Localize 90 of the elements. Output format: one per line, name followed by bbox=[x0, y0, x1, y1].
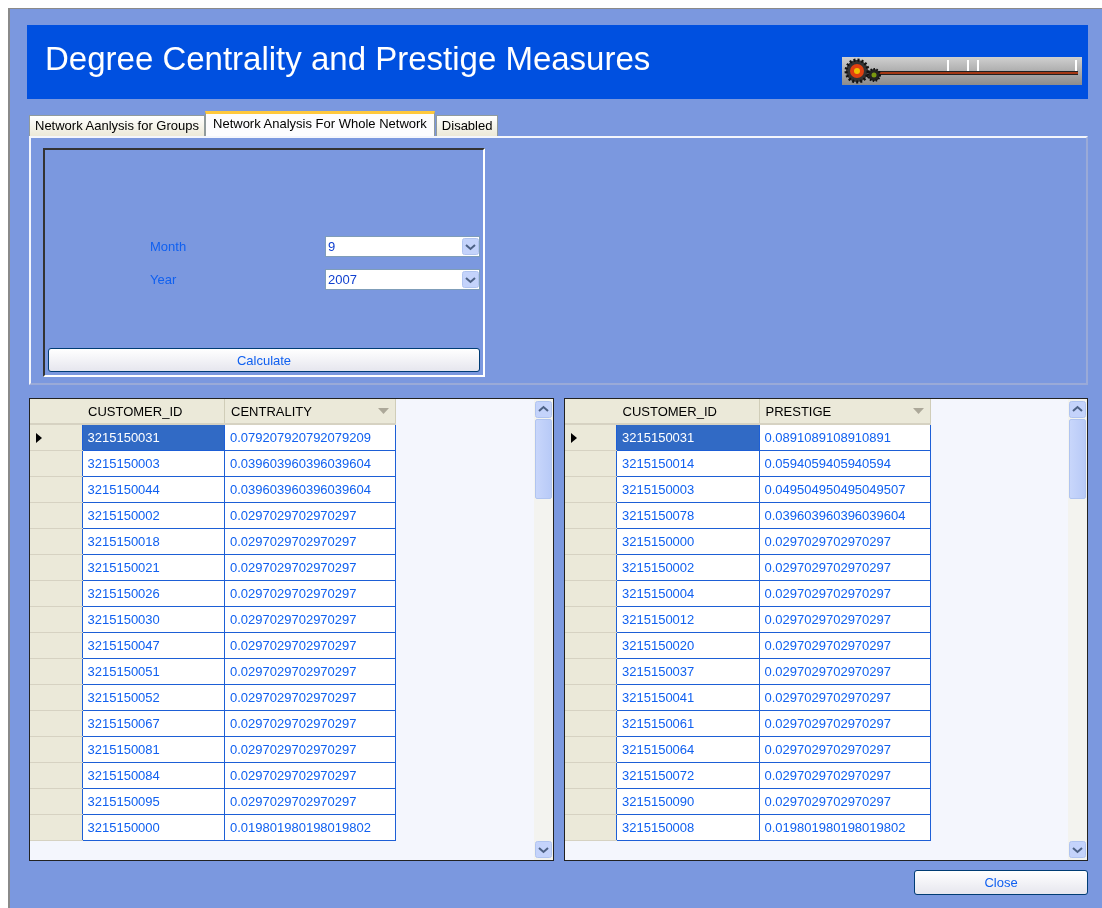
table-cell: 0.049504950495049507 bbox=[759, 476, 930, 503]
table-cell: 3215150031 bbox=[616, 424, 759, 451]
table-cell: 3215150095 bbox=[82, 788, 225, 815]
table-cell: 3215150037 bbox=[616, 658, 759, 685]
table-cell: 0.0297029702970297 bbox=[224, 632, 396, 659]
table-cell: 0.0297029702970297 bbox=[224, 788, 396, 815]
table-cell: 0.0297029702970297 bbox=[759, 528, 930, 555]
table-cell: 0.0297029702970297 bbox=[759, 762, 930, 789]
table-cell: 0.0297029702970297 bbox=[759, 632, 930, 659]
current-row-icon bbox=[570, 432, 577, 443]
table-cell: 3215150051 bbox=[82, 658, 225, 685]
table-cell: 3215150047 bbox=[82, 632, 225, 659]
table-cell: 0.0891089108910891 bbox=[759, 424, 930, 451]
row-header[interactable] bbox=[564, 424, 617, 451]
table-cell: 0.0297029702970297 bbox=[759, 710, 930, 737]
scroll-down-icon[interactable] bbox=[534, 841, 552, 858]
table-cell: 0.0297029702970297 bbox=[224, 554, 396, 581]
table-cell: 0.0297029702970297 bbox=[224, 684, 396, 711]
scroll-up-icon[interactable] bbox=[1069, 401, 1086, 418]
table-cell: 3215150004 bbox=[616, 580, 759, 607]
table-cell: 0.039603960396039604 bbox=[224, 476, 396, 503]
table-cell: 3215150000 bbox=[616, 528, 759, 555]
window-title: Degree Centrality and Prestige Measures bbox=[45, 40, 651, 78]
table-cell: 3215150002 bbox=[82, 502, 225, 529]
scroll-up-icon[interactable] bbox=[534, 401, 552, 418]
table-cell: 0.0297029702970297 bbox=[224, 606, 396, 633]
sort-arrow-icon bbox=[912, 408, 924, 414]
table-cell: 0.039603960396039604 bbox=[224, 450, 396, 477]
table-cell: 0.0594059405940594 bbox=[759, 450, 930, 477]
table-cell: 3215150003 bbox=[82, 450, 225, 477]
scroll-thumb[interactable] bbox=[534, 419, 552, 499]
table-cell: 3215150020 bbox=[616, 632, 759, 659]
table-cell: 0.0297029702970297 bbox=[224, 580, 396, 607]
table-cell: 3215150014 bbox=[616, 450, 759, 477]
table-cell: 3215150078 bbox=[616, 502, 759, 529]
calculate-button[interactable]: Calculate bbox=[48, 348, 480, 372]
current-row-icon bbox=[36, 432, 42, 443]
tab[interactable]: Disabled bbox=[435, 115, 499, 136]
table-cell: 3215150090 bbox=[616, 788, 759, 815]
table-cell: 3215150064 bbox=[616, 736, 759, 763]
table-cell: 3215150002 bbox=[616, 554, 759, 581]
table-cell: 0.0297029702970297 bbox=[224, 658, 396, 685]
table-cell: 0.0297029702970297 bbox=[759, 684, 930, 711]
column-header[interactable]: CUSTOMER_ID bbox=[82, 399, 225, 424]
table-cell: 3215150084 bbox=[82, 762, 225, 789]
table-cell: 3215150030 bbox=[82, 606, 225, 633]
table-cell: 0.0297029702970297 bbox=[224, 736, 396, 763]
table-cell: 3215150072 bbox=[616, 762, 759, 789]
scrollbar[interactable] bbox=[533, 399, 553, 860]
scroll-down-icon[interactable] bbox=[1069, 841, 1086, 858]
table-cell: 0.0297029702970297 bbox=[224, 710, 396, 737]
table-cell: 0.0297029702970297 bbox=[759, 580, 930, 607]
sort-arrow-icon bbox=[378, 408, 389, 414]
field-label: Year bbox=[150, 272, 178, 287]
table-cell: 0.0297029702970297 bbox=[224, 762, 396, 789]
column-header[interactable]: CUSTOMER_ID bbox=[616, 399, 759, 424]
table-cell: 3215150018 bbox=[82, 528, 225, 555]
table-cell: 0.019801980198019802 bbox=[224, 814, 396, 841]
table-cell: 0.079207920792079209 bbox=[224, 424, 396, 451]
table-cell: 3215150041 bbox=[616, 684, 759, 711]
table-cell: 0.0297029702970297 bbox=[759, 658, 930, 685]
table-cell: 3215150000 bbox=[82, 814, 225, 841]
table-cell: 3215150031 bbox=[82, 424, 225, 451]
table-cell: 3215150026 bbox=[82, 580, 225, 607]
table-cell: 3215150061 bbox=[616, 710, 759, 737]
table-cell: 3215150067 bbox=[82, 710, 225, 737]
scroll-thumb[interactable] bbox=[1069, 419, 1086, 499]
table-cell: 0.0297029702970297 bbox=[759, 554, 930, 581]
table-cell: 3215150008 bbox=[616, 814, 759, 841]
table-cell: 3215150021 bbox=[82, 554, 225, 581]
dropdown-field[interactable]: 2007 bbox=[325, 269, 480, 290]
table-cell: 0.019801980198019802 bbox=[759, 814, 930, 841]
tab[interactable]: Network Analysis For Whole Network bbox=[205, 111, 435, 136]
gear-progress-icon bbox=[842, 57, 1082, 85]
table-cell: 0.0297029702970297 bbox=[759, 606, 930, 633]
table-cell: 0.0297029702970297 bbox=[224, 528, 396, 555]
table-cell: 3215150081 bbox=[82, 736, 225, 763]
table-cell: 3215150052 bbox=[82, 684, 225, 711]
tab[interactable]: Network Aanlysis for Groups bbox=[29, 115, 205, 136]
table-cell: 3215150044 bbox=[82, 476, 225, 503]
table-cell: 0.0297029702970297 bbox=[759, 788, 930, 815]
table-cell: 3215150003 bbox=[616, 476, 759, 503]
field-label: Month bbox=[150, 239, 188, 254]
dropdown-field[interactable]: 9 bbox=[325, 236, 480, 257]
scrollbar[interactable] bbox=[1068, 399, 1087, 860]
close-button[interactable]: Close bbox=[914, 870, 1088, 895]
table-cell: 0.0297029702970297 bbox=[224, 502, 396, 529]
table-cell: 3215150012 bbox=[616, 606, 759, 633]
table-cell: 0.039603960396039604 bbox=[759, 502, 930, 529]
table-cell: 0.0297029702970297 bbox=[759, 736, 930, 763]
